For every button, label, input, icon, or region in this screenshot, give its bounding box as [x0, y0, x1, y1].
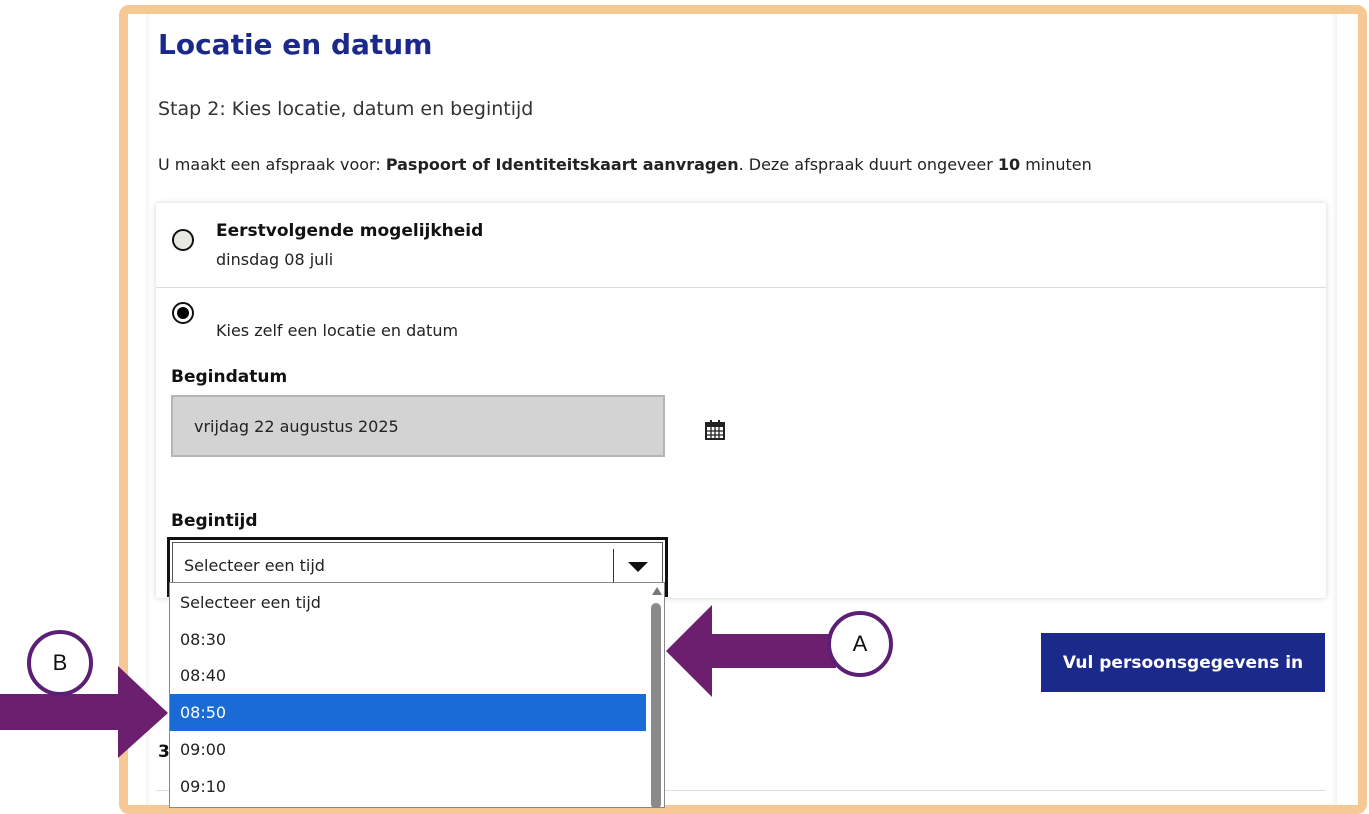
scroll-up-icon[interactable]: [652, 587, 662, 595]
begindatum-field[interactable]: vrijdag 22 augustus 2025: [171, 395, 665, 457]
page-title: Locatie en datum: [158, 28, 433, 61]
dropdown-option-highlighted[interactable]: 08:50: [170, 694, 646, 731]
location-date-card: Eerstvolgende mogelijkheid dinsdag 08 ju…: [156, 203, 1326, 598]
dropdown-option[interactable]: 09:00: [170, 731, 646, 768]
first-available-title: Eerstvolgende mogelijkheid: [216, 221, 484, 241]
begindatum-label: Begindatum: [171, 367, 288, 387]
radio-first-available[interactable]: [172, 229, 194, 251]
page-subtitle: Stap 2: Kies locatie, datum en begintijd: [158, 98, 534, 120]
dropdown-scrollbar[interactable]: [647, 583, 664, 807]
begintijd-dropdown-list[interactable]: Selecteer een tijd 08:30 08:40 08:50 09:…: [169, 582, 665, 808]
dropdown-option[interactable]: 08:40: [170, 657, 646, 694]
chevron-down-icon[interactable]: [628, 562, 648, 572]
intro-duration: 10: [997, 155, 1021, 174]
choose-self-label[interactable]: Kies zelf een locatie en datum: [216, 321, 458, 340]
next-button[interactable]: Vul persoonsgegevens in: [1041, 633, 1325, 692]
intro-middle: . Deze afspraak duurt ongeveer: [738, 155, 998, 174]
dropdown-option[interactable]: Selecteer een tijd: [170, 584, 646, 621]
radio-choose-self[interactable]: [172, 302, 194, 324]
intro-service: Paspoort of Identiteitskaart aanvragen: [385, 155, 739, 174]
first-available-date: dinsdag 08 juli: [216, 250, 334, 269]
begindatum-value: vrijdag 22 augustus 2025: [194, 417, 399, 436]
annotation-label-a: A: [827, 611, 893, 677]
calendar-icon[interactable]: [704, 419, 726, 441]
begintijd-selected-value: Selecteer een tijd: [184, 556, 325, 575]
intro-suffix: minuten: [1020, 155, 1092, 174]
appointment-intro: U maakt een afspraak voor: Paspoort of I…: [158, 155, 1092, 174]
option-first-available[interactable]: Eerstvolgende mogelijkheid dinsdag 08 ju…: [156, 203, 1326, 288]
annotation-arrow-a: [666, 605, 836, 697]
begintijd-label: Begintijd: [171, 511, 258, 531]
dropdown-option[interactable]: 08:30: [170, 621, 646, 658]
scrollbar-thumb[interactable]: [651, 603, 661, 807]
intro-prefix: U maakt een afspraak voor:: [158, 155, 386, 174]
select-separator: [613, 549, 614, 585]
content-shadow-right: [1331, 14, 1337, 805]
annotation-label-b: B: [27, 630, 93, 696]
dropdown-option[interactable]: 09:10: [170, 768, 646, 805]
